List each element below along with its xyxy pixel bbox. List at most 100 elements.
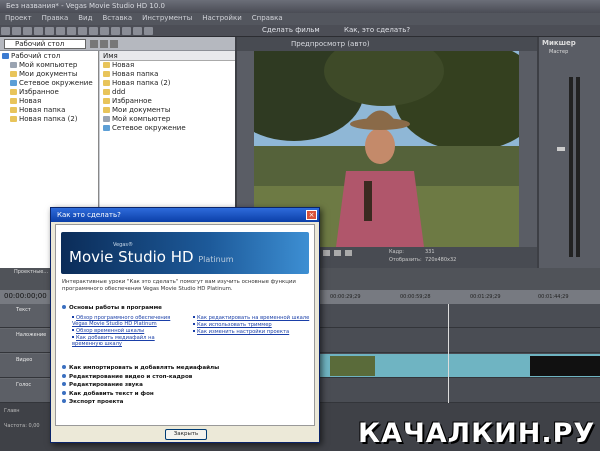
open-icon[interactable] (12, 27, 21, 35)
stop-icon[interactable] (345, 250, 352, 256)
network-icon (10, 80, 17, 86)
up-folder-icon[interactable] (90, 40, 98, 48)
menu-insert[interactable]: Вставка (97, 13, 137, 23)
bullet-icon (62, 390, 66, 395)
tree-item[interactable]: Избранное (0, 88, 98, 97)
tree-item[interactable]: Новая папка (2) (0, 115, 98, 124)
playhead[interactable] (448, 304, 449, 403)
video-clip-thumbnail[interactable] (330, 356, 375, 376)
views-icon[interactable] (110, 40, 118, 48)
menu-project[interactable]: Проект (0, 13, 37, 23)
howto-link[interactable]: Обзор программного обеспечения Vegas Mov… (72, 315, 184, 327)
ruler-tick: 00:01:44;29 (538, 294, 569, 300)
howto-link[interactable]: Как изменить настройки проекта (193, 329, 311, 335)
snap-icon[interactable] (100, 27, 109, 35)
tab-project-media[interactable]: Проектные... (14, 269, 48, 275)
folder-icon (103, 80, 110, 86)
dialog-title: Как это сделать? (57, 211, 121, 219)
location-combo[interactable]: Рабочий стол (4, 39, 86, 49)
tree-item[interactable]: Мои документы (0, 70, 98, 79)
trim-icon[interactable] (133, 27, 142, 35)
refresh-icon[interactable] (100, 40, 108, 48)
folder-icon (103, 62, 110, 68)
pause-icon[interactable] (334, 250, 341, 256)
magnify-icon[interactable] (144, 27, 153, 35)
preview-quality-dropdown[interactable]: Предпросмотр (авто) (291, 40, 370, 48)
track-header-video[interactable]: Видео (0, 354, 50, 378)
tree-item[interactable]: Новая папка (0, 106, 98, 115)
section-edit-audio[interactable]: Редактирование звука (62, 381, 219, 390)
save-icon[interactable] (23, 27, 32, 35)
network-icon (103, 125, 110, 131)
howto-link[interactable]: Как редактировать на временной шкале (193, 315, 311, 321)
menu-tools[interactable]: Инструменты (137, 13, 197, 23)
track-header-text[interactable]: Текст (0, 304, 50, 328)
menu-options[interactable]: Настройки (197, 13, 247, 23)
howto-link[interactable]: Обзор временной шкалы (72, 328, 184, 334)
paste-icon[interactable] (78, 27, 87, 35)
folder-icon (10, 107, 17, 113)
howto-link[interactable]: Как добавить медиафайл на временную шкал… (72, 335, 184, 347)
master-meter-left (569, 77, 573, 257)
list-item[interactable]: Новая папка (100, 70, 235, 79)
mixer-panel: Микшер Мастер (539, 37, 600, 268)
intro-text: Интерактивные уроки "Как это сделать" по… (62, 279, 296, 292)
ripple-icon[interactable] (111, 27, 120, 35)
tree-item[interactable]: Мой компьютер (0, 61, 98, 70)
menu-view[interactable]: Вид (73, 13, 97, 23)
split-icon[interactable] (122, 27, 131, 35)
make-movie-button[interactable]: Сделать фильм (262, 26, 320, 34)
video-clip-thumbnail[interactable] (530, 356, 600, 376)
list-item[interactable]: Избранное (100, 97, 235, 106)
ruler-tick: 00:01:29;29 (470, 294, 501, 300)
section-edit-video[interactable]: Редактирование видео и стоп-кадров (62, 373, 219, 382)
list-item[interactable]: Мои документы (100, 106, 235, 115)
copy-icon[interactable] (67, 27, 76, 35)
frame-value: 331 (425, 249, 435, 255)
section-text[interactable]: Как добавить текст и фон (62, 390, 219, 399)
redo-icon[interactable] (45, 27, 54, 35)
menu-edit[interactable]: Правка (37, 13, 74, 23)
howto-link[interactable]: Как использовать триммер (193, 322, 311, 328)
bullet-icon (62, 399, 66, 403)
close-icon[interactable]: × (306, 210, 317, 220)
cut-icon[interactable] (56, 27, 65, 35)
list-item[interactable]: ddd (100, 88, 235, 97)
tree-item[interactable]: Рабочий стол (0, 52, 98, 61)
close-button[interactable]: Закрыть (165, 429, 207, 440)
menu-help[interactable]: Справка (247, 13, 288, 23)
folder-icon (103, 71, 110, 77)
bullet-icon (62, 373, 66, 378)
list-item[interactable]: Мой компьютер (100, 115, 235, 124)
volume-fader[interactable] (557, 147, 565, 151)
bullet-icon (62, 382, 66, 386)
links-left: Обзор программного обеспечения Vegas Mov… (72, 315, 184, 347)
folder-icon (103, 107, 110, 113)
computer-icon (103, 116, 110, 122)
track-header-overlay[interactable]: Наложение (0, 329, 50, 353)
column-header-name[interactable]: Имя (100, 51, 235, 61)
track-header-voice[interactable]: Голос (0, 379, 50, 403)
preview-toolbar: Предпросмотр (авто) (237, 37, 537, 51)
section-export[interactable]: Экспорт проекта (62, 398, 219, 407)
tree-item[interactable]: Сетевое окружение (0, 79, 98, 88)
track-headers: Текст Наложение Видео Голос (0, 304, 50, 403)
delete-icon[interactable] (89, 27, 98, 35)
how-to-button[interactable]: Как, это сделать? (344, 26, 410, 34)
list-item[interactable]: Новая папка (2) (100, 79, 235, 88)
folder-icon (103, 98, 110, 104)
play-icon[interactable] (323, 250, 330, 256)
section-import[interactable]: Как импортировать и добавлять медиафайлы (62, 364, 219, 373)
section-basics[interactable]: Основы работы в программе (62, 305, 162, 311)
window-title: Без названия* - Vegas Movie Studio HD 10… (6, 2, 165, 10)
folder-icon (10, 116, 17, 122)
tree-item[interactable]: Новая (0, 97, 98, 106)
product-banner: Vegas® Movie Studio HD Platinum (61, 232, 309, 274)
list-item[interactable]: Сетевое окружение (100, 124, 235, 133)
list-item[interactable]: Новая (100, 61, 235, 70)
new-icon[interactable] (1, 27, 10, 35)
frame-label: Кадр: (389, 249, 404, 255)
time-display: 00:00:00;00 (4, 292, 47, 300)
undo-icon[interactable] (34, 27, 43, 35)
dialog-titlebar: Как это сделать? × (51, 208, 319, 222)
